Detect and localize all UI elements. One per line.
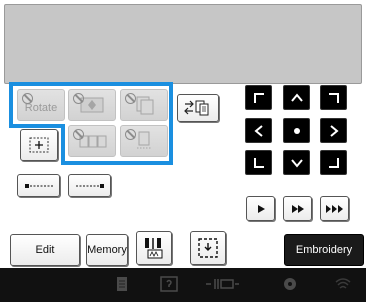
down-left-icon [253, 157, 264, 168]
move-up-button[interactable] [283, 85, 310, 110]
unavailable-icon [73, 129, 84, 140]
rotate-button[interactable]: Rotate [17, 89, 65, 121]
settings-icon [284, 278, 296, 290]
line-right-button[interactable] [68, 174, 111, 197]
unavailable-icon [125, 93, 136, 104]
line-left-icon [24, 183, 53, 188]
up-left-icon [253, 92, 264, 103]
wifi-icon [335, 278, 351, 289]
up-right-icon [328, 92, 339, 103]
memory-label: Memory [87, 244, 127, 256]
memory-button[interactable]: Memory [86, 234, 128, 266]
needle-button[interactable] [136, 231, 172, 265]
thread-icon [206, 279, 239, 289]
duplicate-button[interactable] [120, 125, 168, 157]
down-icon [290, 158, 303, 168]
rotate-label: Rotate [24, 102, 58, 114]
border-repeat-button[interactable] [177, 94, 219, 122]
status-bar [0, 268, 366, 302]
center-size-button[interactable] [20, 129, 58, 161]
line-right-icon [75, 183, 104, 188]
needle-icon [145, 238, 163, 259]
help-icon [160, 276, 178, 292]
border-repeat-icon [184, 100, 209, 116]
embroidery-label: Embroidery [295, 244, 353, 256]
up-icon [290, 92, 303, 102]
multi-color-button[interactable] [120, 89, 168, 121]
move-up-left-button[interactable] [245, 85, 272, 110]
edit-button[interactable]: Edit [10, 234, 80, 266]
play-button[interactable] [246, 196, 275, 221]
layout-button[interactable] [68, 89, 116, 121]
embroidery-edit-screen: Rotate Edit Memory Embroidery [0, 0, 366, 302]
move-down-left-button[interactable] [245, 150, 272, 175]
down-right-icon [328, 157, 339, 168]
fastest-forward-button[interactable] [320, 196, 349, 221]
fast-forward-button[interactable] [283, 196, 312, 221]
move-down-right-button[interactable] [320, 150, 347, 175]
pattern-preview-area [4, 4, 362, 84]
move-right-button[interactable] [320, 118, 347, 143]
center-size-icon [29, 137, 49, 153]
hoop-frame-button[interactable] [190, 231, 226, 265]
line-left-button[interactable] [17, 174, 60, 197]
center-icon [293, 127, 300, 134]
edit-label: Edit [35, 244, 55, 256]
embroidery-button[interactable]: Embroidery [284, 234, 364, 266]
group-edit-button[interactable] [68, 125, 116, 157]
move-up-right-button[interactable] [320, 85, 347, 110]
move-down-button[interactable] [283, 150, 310, 175]
document-icon [117, 277, 127, 291]
play-icon [257, 204, 265, 213]
move-center-button[interactable] [283, 118, 310, 143]
move-left-button[interactable] [245, 118, 272, 143]
left-icon [253, 124, 263, 137]
unavailable-icon [73, 93, 84, 104]
unavailable-icon [22, 93, 33, 104]
hoop-frame-icon [198, 238, 218, 258]
fastest-forward-icon [325, 204, 343, 213]
right-icon [329, 124, 339, 137]
fast-forward-icon [291, 204, 304, 213]
unavailable-icon [125, 129, 136, 140]
